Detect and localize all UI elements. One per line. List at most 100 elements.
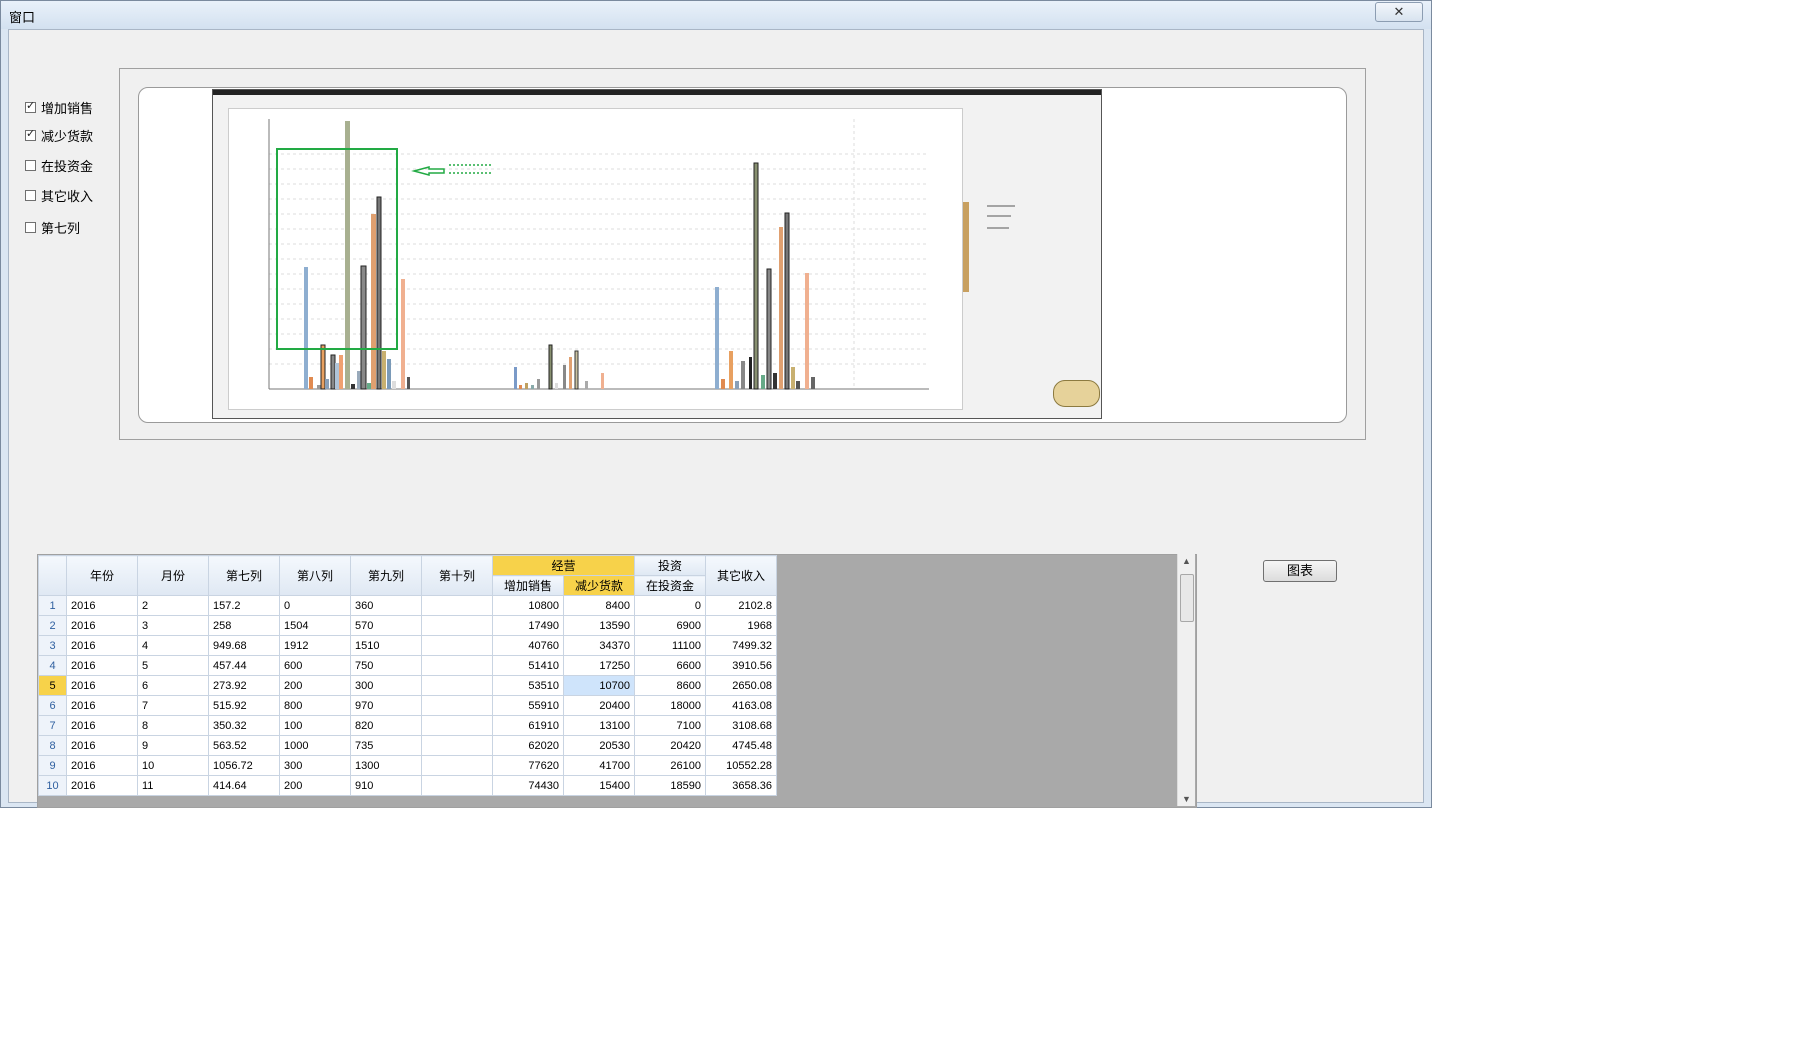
table-cell[interactable]: 40760 xyxy=(492,635,564,656)
table-cell[interactable]: 55910 xyxy=(492,695,564,716)
col-header-col8[interactable]: 第八列 xyxy=(279,555,351,596)
table-cell[interactable] xyxy=(421,675,493,696)
table-cell[interactable]: 1510 xyxy=(350,635,422,656)
table-row[interactable]: 3 2016 4 949.68 1912 1510 40760 34370 11100 7499.… xyxy=(38,635,777,656)
table-cell[interactable]: 563.52 xyxy=(208,735,280,756)
table-cell[interactable]: 300 xyxy=(279,755,351,776)
table-cell[interactable]: 200 xyxy=(279,775,351,796)
table-cell[interactable]: 11 xyxy=(137,775,209,796)
table-cell[interactable]: 2016 xyxy=(66,695,138,716)
table-cell[interactable] xyxy=(421,775,493,796)
scroll-thumb[interactable] xyxy=(1180,574,1194,622)
table-cell[interactable]: 53510 xyxy=(492,675,564,696)
checkbox-box[interactable] xyxy=(25,222,36,233)
table-row[interactable]: 5 2016 6 273.92 200 300 53510 10700 8600 2650.08 xyxy=(38,675,777,696)
table-row[interactable]: 10 2016 11 414.64 200 910 74430 15400 18590 3658.… xyxy=(38,775,777,796)
row-header[interactable]: 2 xyxy=(38,615,67,636)
table-cell[interactable]: 820 xyxy=(350,715,422,736)
table-cell[interactable]: 2 xyxy=(137,595,209,616)
table-cell[interactable]: 515.92 xyxy=(208,695,280,716)
row-header[interactable]: 7 xyxy=(38,715,67,736)
table-cell[interactable]: 157.2 xyxy=(208,595,280,616)
table-cell[interactable]: 600 xyxy=(279,655,351,676)
col-header-other-income[interactable]: 其它收入 xyxy=(705,555,777,596)
table-cell[interactable]: 0 xyxy=(634,595,706,616)
table-cell[interactable]: 970 xyxy=(350,695,422,716)
table-cell[interactable]: 18590 xyxy=(634,775,706,796)
table-cell[interactable]: 1000 xyxy=(279,735,351,756)
table-cell[interactable] xyxy=(421,655,493,676)
table-cell[interactable]: 350.32 xyxy=(208,715,280,736)
table-cell[interactable]: 8 xyxy=(137,715,209,736)
table-cell[interactable]: 273.92 xyxy=(208,675,280,696)
table-cell[interactable] xyxy=(421,695,493,716)
table-cell[interactable]: 62020 xyxy=(492,735,564,756)
table-cell[interactable]: 100 xyxy=(279,715,351,736)
table-cell[interactable]: 5 xyxy=(137,655,209,676)
checkbox-box[interactable] xyxy=(25,190,36,201)
table-cell[interactable]: 8600 xyxy=(634,675,706,696)
table-cell[interactable]: 2016 xyxy=(66,675,138,696)
table-row[interactable]: 9 2016 10 1056.72 300 1300 77620 41700 26100 1055… xyxy=(38,755,777,776)
table-cell[interactable]: 34370 xyxy=(563,635,635,656)
table-cell[interactable] xyxy=(421,635,493,656)
table-cell[interactable] xyxy=(421,715,493,736)
table-cell[interactable]: 2016 xyxy=(66,755,138,776)
table-cell[interactable]: 360 xyxy=(350,595,422,616)
table-cell[interactable]: 3910.56 xyxy=(705,655,777,676)
col-header-col9[interactable]: 第九列 xyxy=(350,555,422,596)
row-header[interactable]: 3 xyxy=(38,635,67,656)
table-cell[interactable]: 20400 xyxy=(563,695,635,716)
checkbox-box[interactable] xyxy=(25,127,36,141)
chart-button[interactable]: 图表 xyxy=(1263,560,1337,582)
table-cell[interactable]: 3658.36 xyxy=(705,775,777,796)
row-header[interactable]: 5 xyxy=(38,675,67,696)
table-cell[interactable] xyxy=(421,755,493,776)
table-cell[interactable]: 4163.08 xyxy=(705,695,777,716)
close-button[interactable]: ✕ xyxy=(1375,2,1423,22)
table-cell[interactable]: 735 xyxy=(350,735,422,756)
data-grid[interactable]: 年份 月份 第七列 第八列 第九列 第十列 经营 投资 其它收入 增加销售 减少… xyxy=(37,554,1197,808)
scroll-up-icon[interactable]: ▲ xyxy=(1182,556,1191,566)
table-cell[interactable]: 17250 xyxy=(563,655,635,676)
table-cell[interactable]: 6900 xyxy=(634,615,706,636)
row-header[interactable]: 10 xyxy=(38,775,67,796)
table-cell[interactable]: 2016 xyxy=(66,775,138,796)
checkbox-reduce-payment[interactable]: 减少货款 xyxy=(25,126,93,145)
checkbox-col7[interactable]: 第七列 xyxy=(25,218,80,237)
table-cell[interactable]: 10552.28 xyxy=(705,755,777,776)
table-cell[interactable] xyxy=(421,735,493,756)
table-cell[interactable]: 2016 xyxy=(66,595,138,616)
table-cell[interactable]: 2102.8 xyxy=(705,595,777,616)
row-header[interactable]: 4 xyxy=(38,655,67,676)
checkbox-increase-sales[interactable]: 增加销售 xyxy=(25,98,93,117)
corner-cell[interactable] xyxy=(38,555,67,596)
table-cell[interactable]: 26100 xyxy=(634,755,706,776)
row-header[interactable]: 6 xyxy=(38,695,67,716)
table-cell[interactable]: 457.44 xyxy=(208,655,280,676)
col-header-increase-sales[interactable]: 增加销售 xyxy=(492,575,564,596)
table-cell[interactable]: 3108.68 xyxy=(705,715,777,736)
table-cell[interactable]: 77620 xyxy=(492,755,564,776)
table-cell[interactable]: 6600 xyxy=(634,655,706,676)
col-header-reduce-payment[interactable]: 减少货款 xyxy=(563,575,635,596)
table-cell[interactable]: 41700 xyxy=(563,755,635,776)
table-cell[interactable]: 9 xyxy=(137,735,209,756)
col-header-year[interactable]: 年份 xyxy=(66,555,138,596)
checkbox-box[interactable] xyxy=(25,160,36,171)
col-header-col7[interactable]: 第七列 xyxy=(208,555,280,596)
table-cell[interactable]: 1968 xyxy=(705,615,777,636)
table-cell[interactable]: 13590 xyxy=(563,615,635,636)
table-row[interactable]: 8 2016 9 563.52 1000 735 62020 20530 20420 4745.4… xyxy=(38,735,777,756)
table-cell[interactable]: 0 xyxy=(279,595,351,616)
table-cell[interactable]: 300 xyxy=(350,675,422,696)
table-cell[interactable]: 414.64 xyxy=(208,775,280,796)
table-cell[interactable]: 8400 xyxy=(563,595,635,616)
table-row[interactable]: 4 2016 5 457.44 600 750 51410 17250 6600 3910.56 xyxy=(38,655,777,676)
vertical-scrollbar[interactable]: ▲ ▼ xyxy=(1177,554,1195,806)
table-cell[interactable]: 2016 xyxy=(66,635,138,656)
table-row[interactable]: 2 2016 3 258 1504 570 17490 13590 6900 1968 xyxy=(38,615,777,636)
table-row[interactable]: 6 2016 7 515.92 800 970 55910 20400 18000 4163.08 xyxy=(38,695,777,716)
scroll-down-icon[interactable]: ▼ xyxy=(1182,794,1191,804)
row-header[interactable]: 1 xyxy=(38,595,67,616)
